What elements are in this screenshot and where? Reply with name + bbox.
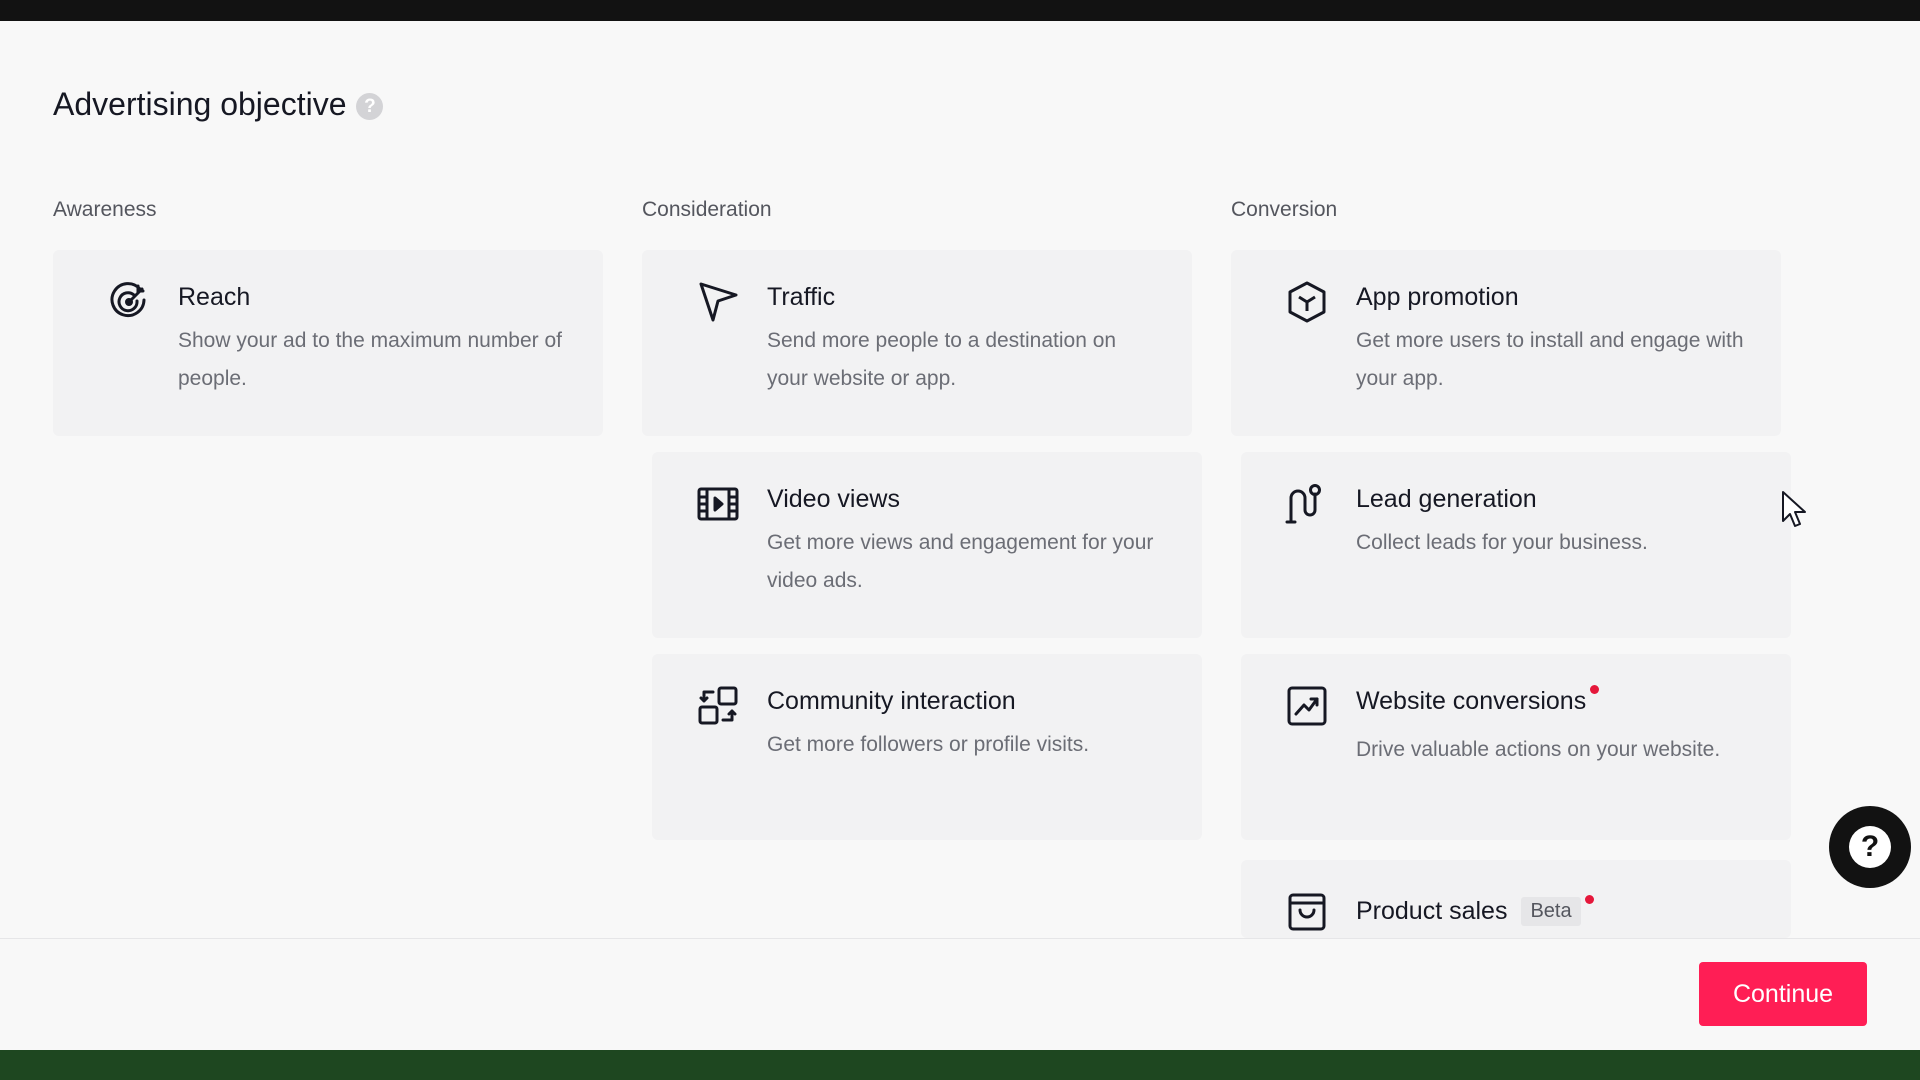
magnet-icon <box>1285 482 1329 526</box>
question-icon: ? <box>1849 826 1891 868</box>
page-header: Advertising objective ? <box>53 86 384 123</box>
card-title-text: Website conversions <box>1356 687 1587 715</box>
card-description: Get more followers or profile visits. <box>767 733 1090 756</box>
card-description: Get more users to install and engage wit… <box>1356 329 1744 390</box>
objective-card-website-conversions[interactable]: Website conversions Drive valuable actio… <box>1241 654 1791 840</box>
card-title: Lead generation <box>1356 485 1537 513</box>
film-icon <box>696 482 740 526</box>
card-title: App promotion <box>1356 283 1519 311</box>
card-description: Get more views and engagement for your v… <box>767 531 1154 592</box>
column-heading-conversion: Conversion <box>1231 198 1338 221</box>
objective-card-traffic[interactable]: Traffic Send more people to a destinatio… <box>642 250 1192 436</box>
window-bottom-bar <box>0 1050 1920 1080</box>
card-description: Send more people to a destination on you… <box>767 329 1117 390</box>
new-indicator-dot <box>1584 895 1594 904</box>
beta-badge: Beta <box>1521 897 1581 926</box>
reach-target-icon <box>107 280 151 324</box>
objective-card-lead-generation[interactable]: Lead generation Collect leads for your b… <box>1241 452 1791 638</box>
help-tooltip-icon[interactable]: ? <box>356 93 384 120</box>
help-floating-button[interactable]: ? <box>1829 806 1911 888</box>
new-indicator-dot <box>1590 685 1600 694</box>
objective-card-community-interaction[interactable]: Community interaction Get more followers… <box>652 654 1202 840</box>
card-title: Traffic <box>767 283 836 311</box>
card-title: Video views <box>767 485 900 513</box>
objective-card-product-sales[interactable]: Product sales Beta <box>1241 860 1791 938</box>
card-title-text: Product sales <box>1356 897 1508 925</box>
card-description: Show your ad to the maximum number of pe… <box>178 329 563 390</box>
card-description: Drive valuable actions on your website. <box>1356 738 1721 761</box>
window-top-bar <box>0 0 1920 21</box>
hexagon-box-icon <box>1285 280 1329 324</box>
mouse-pointer-icon <box>1780 490 1808 530</box>
objective-card-reach[interactable]: Reach Show your ad to the maximum number… <box>53 250 603 436</box>
cursor-arrow-icon <box>696 280 740 324</box>
card-description: Collect leads for your business. <box>1356 531 1648 554</box>
column-heading-consideration: Consideration <box>642 198 772 221</box>
card-title: Website conversions <box>1356 685 1600 716</box>
swap-icon <box>696 684 740 728</box>
footer-bar <box>0 938 1920 1051</box>
shopping-bag-icon <box>1285 890 1329 934</box>
column-heading-awareness: Awareness <box>53 198 157 221</box>
page-title: Advertising objective <box>53 86 347 122</box>
objective-card-app-promotion[interactable]: App promotion Get more users to install … <box>1231 250 1781 436</box>
card-title: Reach <box>178 283 251 311</box>
trend-chart-icon <box>1285 684 1329 728</box>
objective-card-video-views[interactable]: Video views Get more views and engagemen… <box>652 452 1202 638</box>
card-title: Community interaction <box>767 687 1016 715</box>
continue-button[interactable]: Continue <box>1699 962 1867 1026</box>
card-title: Product sales Beta <box>1356 895 1594 926</box>
